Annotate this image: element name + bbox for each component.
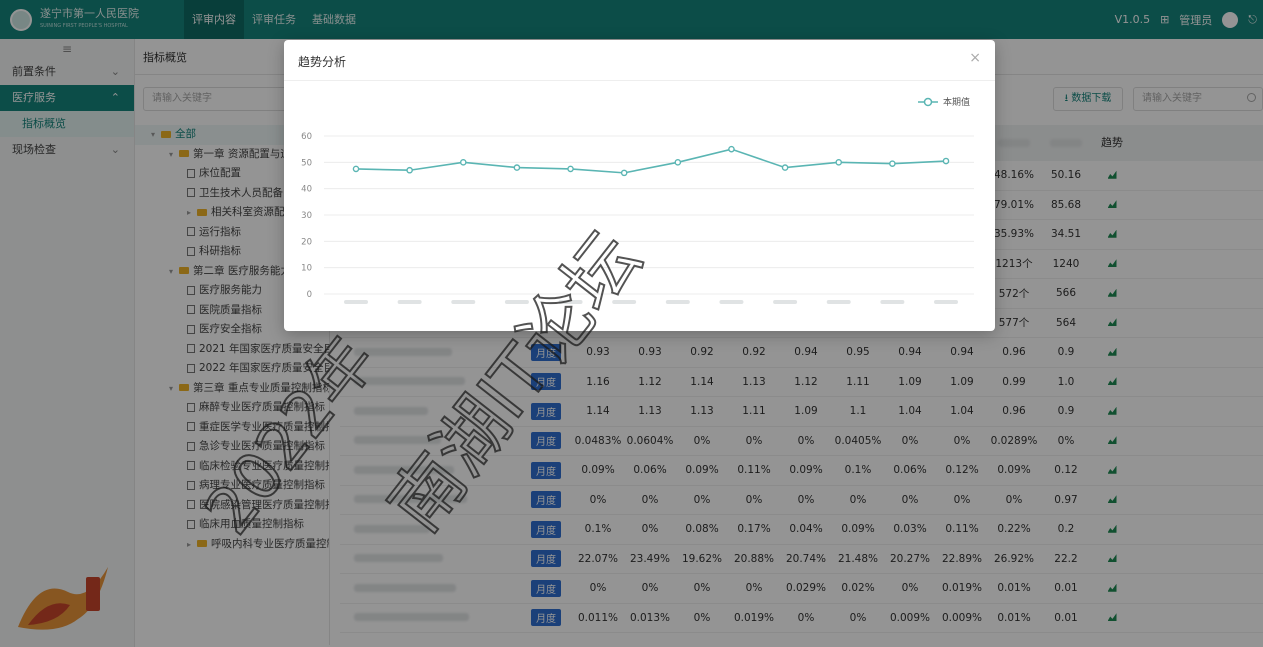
data-point[interactable] — [620, 169, 628, 177]
data-point[interactable] — [459, 159, 467, 166]
x-tick-label-blurred — [826, 300, 851, 304]
y-tick-label: 40 — [301, 185, 312, 195]
data-point[interactable] — [942, 157, 950, 165]
legend-label[interactable]: 本期值 — [943, 96, 970, 108]
data-point[interactable] — [889, 160, 896, 167]
data-point[interactable] — [674, 159, 682, 166]
data-point[interactable] — [835, 159, 843, 166]
y-tick-label: 10 — [301, 264, 312, 274]
x-tick-label-blurred — [558, 300, 583, 304]
data-point[interactable] — [728, 145, 735, 153]
data-point[interactable] — [406, 166, 413, 174]
y-tick-label: 20 — [301, 237, 312, 247]
x-tick-label-blurred — [880, 300, 905, 304]
x-tick-label-blurred — [344, 300, 368, 304]
legend-marker — [923, 97, 933, 107]
series-line — [355, 148, 947, 174]
trend-line-chart: 0 10 20 30 40 50 60 本期值 — [301, 96, 974, 304]
dialog-divider — [284, 80, 995, 81]
data-point[interactable] — [567, 165, 574, 173]
data-point[interactable] — [781, 164, 789, 171]
y-tick-label: 60 — [301, 132, 312, 142]
data-point[interactable] — [352, 165, 360, 173]
x-tick-label-blurred — [719, 300, 744, 304]
x-tick-label-blurred — [397, 300, 422, 304]
x-tick-label-blurred — [665, 300, 690, 304]
x-tick-label-blurred — [612, 300, 637, 304]
x-tick-label-blurred — [773, 300, 798, 304]
dialog-title: 趋势分析 — [298, 55, 347, 69]
y-tick-label: 0 — [307, 290, 312, 300]
x-tick-label-blurred — [451, 300, 476, 304]
trend-analysis-dialog: 趋势分析 × 0 10 20 30 40 50 60 本期值 — [284, 40, 995, 331]
data-point[interactable] — [513, 164, 521, 171]
x-tick-label-blurred — [934, 300, 958, 304]
y-tick-label: 30 — [301, 211, 312, 221]
x-tick-label-blurred — [504, 300, 529, 304]
y-tick-label: 50 — [301, 158, 312, 168]
close-icon[interactable]: × — [969, 50, 981, 66]
